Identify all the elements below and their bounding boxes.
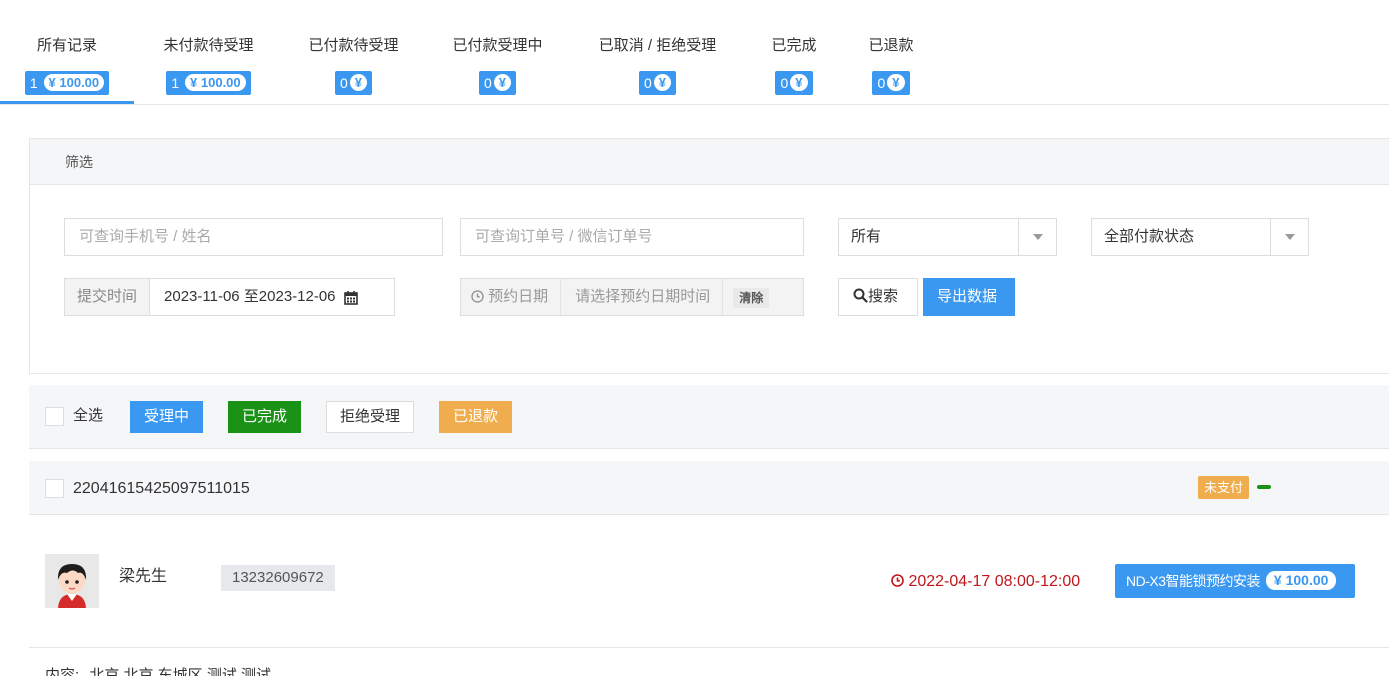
tab-label: 所有记录 <box>36 37 97 54</box>
tab-paid-pending[interactable]: 已付款待受理 0 ¥ <box>305 36 402 105</box>
filter-title: 筛选 <box>30 139 1389 185</box>
submit-time-range[interactable]: 提交时间 2023-11-06 至2023-12-06 <box>64 278 395 316</box>
tab-badge: 1 ¥ 100.00 <box>24 71 110 95</box>
appointment-date-input[interactable]: 请选择预约日期时间 <box>561 279 724 315</box>
export-data-button[interactable]: 导出数据 <box>923 278 1015 316</box>
select-all-label: 全选 <box>73 407 104 424</box>
order-number-search-input[interactable]: 可查询订单号 / 微信订单号 <box>460 218 804 256</box>
order-header: 22041615425097511015 未支付 <box>29 461 1389 515</box>
appointment-date-picker[interactable]: 预约日期 请选择预约日期时间 清除 <box>460 278 804 316</box>
product-name: ND-X3智能锁预约安装 <box>1126 573 1261 589</box>
status-indicator <box>1257 485 1271 489</box>
submit-time-value[interactable]: 2023-11-06 至2023-12-06 <box>150 279 344 315</box>
search-icon <box>853 281 868 317</box>
batch-action-bar: 全选 受理中 已完成 拒绝受理 已退款 <box>29 385 1389 449</box>
select-all-checkbox[interactable] <box>45 407 64 426</box>
status-tabs: 所有记录 1 ¥ 100.00 未付款待受理 1 ¥ 100.00 已付款待受理… <box>0 0 1389 105</box>
tab-badge: 0 ¥ <box>775 71 813 95</box>
address-label: 内容: <box>45 667 80 676</box>
tab-completed[interactable]: 已完成 0 ¥ <box>769 36 819 105</box>
clock-icon <box>891 572 904 594</box>
product-price: ¥ 100.00 <box>1265 571 1337 590</box>
clock-icon <box>471 281 484 317</box>
chevron-down-icon <box>1270 219 1308 255</box>
tab-label: 已付款受理中 <box>452 37 543 54</box>
clear-button[interactable]: 清除 <box>733 288 770 308</box>
address-value: 北京 北京 东城区 测试 测试 <box>89 667 272 676</box>
search-button[interactable]: 搜索 <box>838 278 918 316</box>
order-address: 内容: 北京 北京 东城区 测试 测试 <box>45 666 271 676</box>
tab-badge: 0 ¥ <box>638 71 677 95</box>
tab-badge: 0 ¥ <box>334 71 373 95</box>
order-detail: 梁先生 13232609672 2022-04-17 08:00-12:00 N… <box>29 515 1389 648</box>
product-badge[interactable]: ND-X3智能锁预约安装 ¥ 100.00 <box>1115 564 1355 598</box>
tab-badge: 0 ¥ <box>872 71 910 95</box>
phone-name-search-input[interactable]: 可查询手机号 / 姓名 <box>64 218 443 256</box>
tab-unpaid-pending[interactable]: 未付款待受理 1 ¥ 100.00 <box>161 36 256 105</box>
tab-cancelled-rejected[interactable]: 已取消 / 拒绝受理 0 ¥ <box>593 36 722 105</box>
tab-label: 未付款待受理 <box>163 37 254 54</box>
submit-time-label: 提交时间 <box>65 279 151 315</box>
tab-badge: 1 ¥ 100.00 <box>166 71 251 95</box>
tab-label: 已退款 <box>868 37 914 54</box>
filter-panel: 筛选 可查询手机号 / 姓名 可查询订单号 / 微信订单号 所有 全部付款状态 … <box>29 138 1389 374</box>
payment-status-select[interactable]: 全部付款状态 <box>1091 218 1309 256</box>
chevron-down-icon <box>1018 219 1056 255</box>
tab-all-records[interactable]: 所有记录 1 ¥ 100.00 <box>0 36 134 105</box>
mark-processing-button[interactable]: 受理中 <box>130 401 204 433</box>
status-select-value: 所有 <box>851 228 882 245</box>
order-id: 22041615425097511015 <box>73 480 250 497</box>
tab-label: 已取消 / 拒绝受理 <box>598 37 717 54</box>
payment-status-value: 全部付款状态 <box>1104 228 1195 245</box>
customer-phone: 13232609672 <box>221 565 335 591</box>
tab-label: 已完成 <box>771 37 817 54</box>
order-checkbox[interactable] <box>45 479 64 498</box>
appointment-date-label: 预约日期 <box>461 279 562 317</box>
appointment-time: 2022-04-17 08:00-12:00 <box>891 571 1080 594</box>
tab-label: 已付款待受理 <box>308 37 399 54</box>
tab-paid-processing[interactable]: 已付款受理中 0 ¥ <box>449 36 546 105</box>
status-select[interactable]: 所有 <box>838 218 1057 256</box>
calendar-icon[interactable] <box>343 290 358 315</box>
tab-badge: 0 ¥ <box>478 71 517 95</box>
mark-completed-button[interactable]: 已完成 <box>228 401 302 433</box>
reject-button[interactable]: 拒绝受理 <box>326 401 415 433</box>
avatar <box>45 554 99 608</box>
customer-name: 梁先生 <box>119 568 168 585</box>
tab-refunded[interactable]: 已退款 0 ¥ <box>866 36 916 105</box>
status-badge: 未支付 <box>1198 476 1250 499</box>
mark-refunded-button[interactable]: 已退款 <box>439 401 513 433</box>
